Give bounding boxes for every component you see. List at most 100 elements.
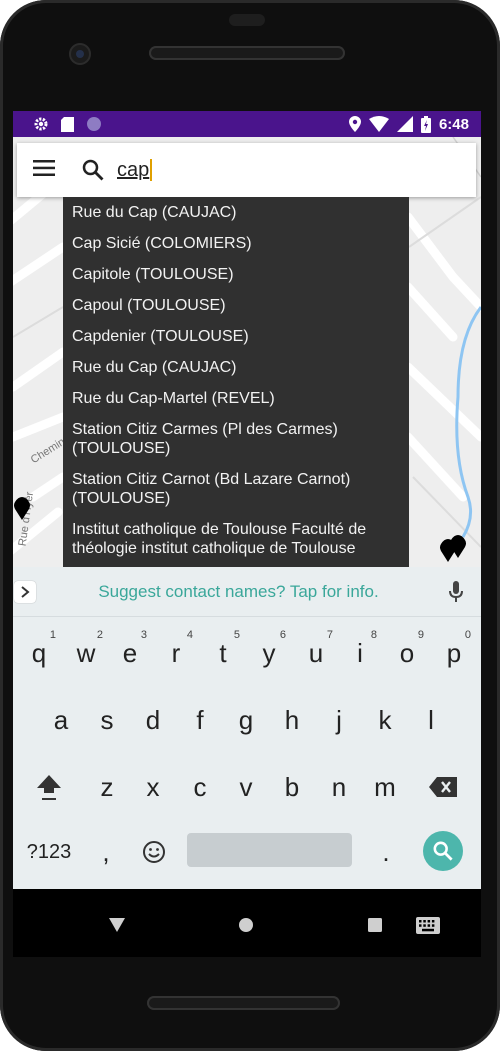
backspace-icon bbox=[429, 777, 457, 797]
key-z[interactable]: z bbox=[84, 759, 130, 815]
soft-keyboard: Suggest contact names? Tap for info. q1w… bbox=[13, 567, 481, 889]
key-t[interactable]: t5 bbox=[200, 625, 246, 681]
emoji-icon bbox=[143, 841, 165, 863]
back-button[interactable] bbox=[101, 909, 133, 941]
key-u[interactable]: u7 bbox=[293, 625, 339, 681]
key-number-hint: 1 bbox=[49, 629, 56, 641]
key-y[interactable]: y6 bbox=[246, 625, 292, 681]
search-icon bbox=[433, 841, 453, 861]
menu-button[interactable] bbox=[21, 143, 67, 197]
contact-suggestion-prompt[interactable]: Suggest contact names? Tap for info. bbox=[36, 582, 441, 602]
key-c[interactable]: c bbox=[177, 759, 223, 815]
suggestion-item[interactable]: Capdenier (TOULOUSE) bbox=[63, 321, 409, 352]
key-j[interactable]: j bbox=[316, 692, 362, 748]
key-a[interactable]: a bbox=[38, 692, 84, 748]
key-r[interactable]: r4 bbox=[153, 625, 199, 681]
suggestion-item[interactable]: Station Citiz Carnot (Bd Lazare Carnot) … bbox=[63, 464, 409, 514]
chevron-right-icon bbox=[21, 585, 30, 598]
wifi-icon bbox=[368, 116, 389, 132]
key-o[interactable]: o9 bbox=[384, 625, 430, 681]
key-label: e bbox=[122, 637, 138, 668]
key-b[interactable]: b bbox=[269, 759, 315, 815]
key-number-hint: 5 bbox=[233, 629, 240, 641]
key-n[interactable]: n bbox=[316, 759, 362, 815]
key-number-hint: 3 bbox=[140, 629, 147, 641]
status-time: 6:48 bbox=[438, 115, 469, 133]
key-label: q bbox=[31, 637, 47, 668]
battery-icon bbox=[420, 115, 431, 133]
symbols-key[interactable]: ?123 bbox=[21, 824, 77, 880]
sd-card-icon bbox=[61, 116, 74, 132]
navigation-bar bbox=[13, 889, 481, 957]
gear-icon bbox=[33, 116, 49, 132]
key-v[interactable]: v bbox=[223, 759, 269, 815]
key-number-hint: 9 bbox=[417, 629, 424, 641]
search-query-text: cap bbox=[117, 158, 150, 181]
key-number-hint: 2 bbox=[96, 629, 103, 641]
text-caret bbox=[150, 159, 153, 181]
comma-key[interactable]: , bbox=[83, 824, 129, 880]
microphone-button[interactable] bbox=[441, 580, 471, 603]
keyboard-suggestion-strip: Suggest contact names? Tap for info. bbox=[13, 567, 481, 617]
search-input[interactable]: cap bbox=[117, 143, 153, 197]
key-label: p bbox=[446, 637, 462, 668]
suggestion-item[interactable]: Institut catholique de Toulouse Faculté … bbox=[63, 514, 409, 564]
suggestions-dropdown: Rue du Cap (CAUJAC) Cap Sicié (COLOMIERS… bbox=[63, 197, 409, 567]
map-marker[interactable] bbox=[13, 497, 31, 526]
key-number-hint: 7 bbox=[326, 629, 333, 641]
recents-button[interactable] bbox=[359, 909, 391, 941]
period-key[interactable]: . bbox=[363, 824, 409, 880]
key-g[interactable]: g bbox=[223, 692, 269, 748]
suggestion-item[interactable]: Capoul (TOULOUSE) bbox=[63, 290, 409, 321]
key-number-hint: 6 bbox=[279, 629, 286, 641]
key-d[interactable]: d bbox=[130, 692, 176, 748]
home-button[interactable] bbox=[230, 909, 262, 941]
keyboard-icon bbox=[416, 916, 440, 934]
key-label: u bbox=[308, 637, 324, 668]
key-p[interactable]: p0 bbox=[431, 625, 477, 681]
suggestion-item[interactable]: Station Citiz Carmes (Pl des Carmes) (TO… bbox=[63, 414, 409, 464]
key-s[interactable]: s bbox=[84, 692, 130, 748]
bottom-speaker bbox=[147, 996, 340, 1010]
key-q[interactable]: q1 bbox=[16, 625, 62, 681]
suggestion-item[interactable]: Cap Sicié (COLOMIERS) bbox=[63, 228, 409, 259]
key-i[interactable]: i8 bbox=[337, 625, 383, 681]
microphone-icon bbox=[449, 580, 463, 602]
suggestion-item[interactable]: Rue du Cap (CAUJAC) bbox=[63, 352, 409, 383]
shift-icon bbox=[37, 775, 61, 800]
key-label: r bbox=[171, 637, 181, 668]
space-key[interactable] bbox=[187, 833, 352, 867]
key-l[interactable]: l bbox=[408, 692, 454, 748]
location-icon bbox=[348, 116, 361, 132]
status-bar: 6:48 bbox=[13, 111, 481, 137]
key-label: y bbox=[262, 637, 276, 668]
key-x[interactable]: x bbox=[130, 759, 176, 815]
suggestion-item[interactable]: Capitole (TOULOUSE) bbox=[63, 259, 409, 290]
front-camera bbox=[69, 43, 91, 65]
key-m[interactable]: m bbox=[362, 759, 408, 815]
home-circle-icon bbox=[239, 918, 253, 932]
shift-key[interactable] bbox=[26, 759, 72, 815]
search-bar: cap bbox=[17, 143, 476, 197]
key-number-hint: 8 bbox=[370, 629, 377, 641]
suggestion-item[interactable]: Rue du Cap (CAUJAC) bbox=[63, 197, 409, 228]
search-icon bbox=[75, 143, 111, 197]
key-w[interactable]: w2 bbox=[63, 625, 109, 681]
emoji-key[interactable] bbox=[131, 824, 177, 880]
keyboard-search-button[interactable] bbox=[423, 831, 463, 871]
top-sensor bbox=[229, 14, 265, 26]
key-k[interactable]: k bbox=[362, 692, 408, 748]
key-e[interactable]: e3 bbox=[107, 625, 153, 681]
key-f[interactable]: f bbox=[177, 692, 223, 748]
map-marker-cluster[interactable] bbox=[439, 535, 469, 567]
key-h[interactable]: h bbox=[269, 692, 315, 748]
key-number-hint: 4 bbox=[186, 629, 193, 641]
keyboard-switch-button[interactable] bbox=[411, 909, 445, 941]
back-triangle-icon bbox=[109, 918, 125, 932]
key-label: w bbox=[76, 637, 96, 668]
backspace-key[interactable] bbox=[420, 759, 466, 815]
suggestion-item[interactable]: Rue du Cap-Martel (REVEL) bbox=[63, 383, 409, 414]
key-label: o bbox=[399, 637, 415, 668]
expand-suggestions-button[interactable] bbox=[14, 580, 36, 603]
earpiece-speaker bbox=[149, 46, 345, 60]
